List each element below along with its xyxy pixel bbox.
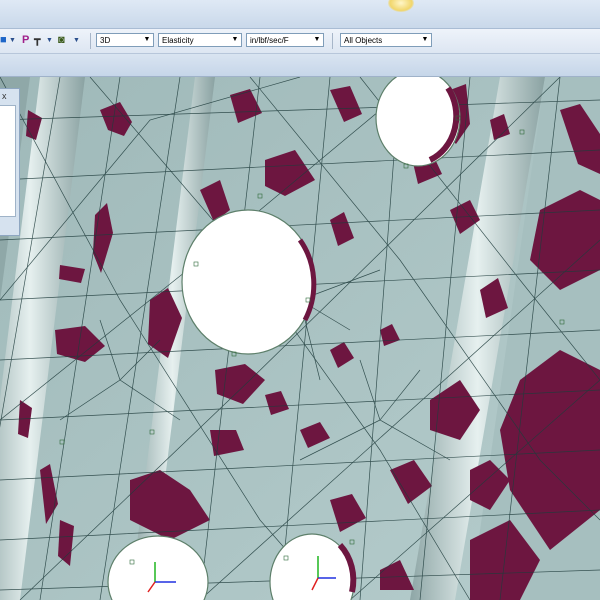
- tree-icon[interactable]: ┳: [34, 34, 41, 47]
- view-mode-value: 3D: [100, 36, 111, 45]
- chevron-down-icon[interactable]: ▼: [46, 34, 53, 47]
- chevron-down-icon[interactable]: ▼: [142, 35, 152, 45]
- model-viewport[interactable]: [0, 77, 600, 600]
- window-title-bar: [0, 0, 600, 29]
- chevron-down-icon[interactable]: ▼: [420, 35, 430, 45]
- chevron-down-icon[interactable]: ▼: [73, 34, 80, 47]
- chevron-down-icon[interactable]: ▼: [312, 35, 322, 45]
- analysis-property-value: Elasticity: [162, 36, 194, 45]
- units-value: in/lbf/sec/F: [250, 36, 289, 45]
- probe-icon[interactable]: P: [22, 34, 29, 47]
- close-icon[interactable]: x: [2, 91, 7, 101]
- fea-mesh-graphic[interactable]: [0, 77, 600, 600]
- selection-icon[interactable]: ■: [0, 34, 7, 47]
- panel-content-area: [0, 105, 16, 217]
- floating-panel[interactable]: x: [0, 88, 20, 236]
- toolbar-separator: [332, 33, 333, 49]
- units-select[interactable]: in/lbf/sec/F ▼: [246, 33, 324, 47]
- chevron-down-icon[interactable]: ▼: [9, 34, 16, 47]
- analysis-property-select[interactable]: Elasticity ▼: [158, 33, 242, 47]
- view-mode-select[interactable]: 3D ▼: [96, 33, 154, 47]
- hole-large: [181, 209, 315, 355]
- chevron-down-icon[interactable]: ▼: [230, 35, 240, 45]
- object-filter-select[interactable]: All Objects ▼: [340, 33, 432, 47]
- highlight-orb-icon: [388, 0, 414, 12]
- main-toolbar: ■ ▼ P ┳ ▼ ◙ ▼ 3D ▼ Elasticity ▼ in/lbf/s…: [0, 29, 600, 54]
- ribbon-strip: [0, 54, 600, 77]
- object-filter-value: All Objects: [344, 36, 383, 45]
- toolbar-separator: [90, 33, 91, 49]
- camera-icon[interactable]: ◙: [58, 34, 65, 47]
